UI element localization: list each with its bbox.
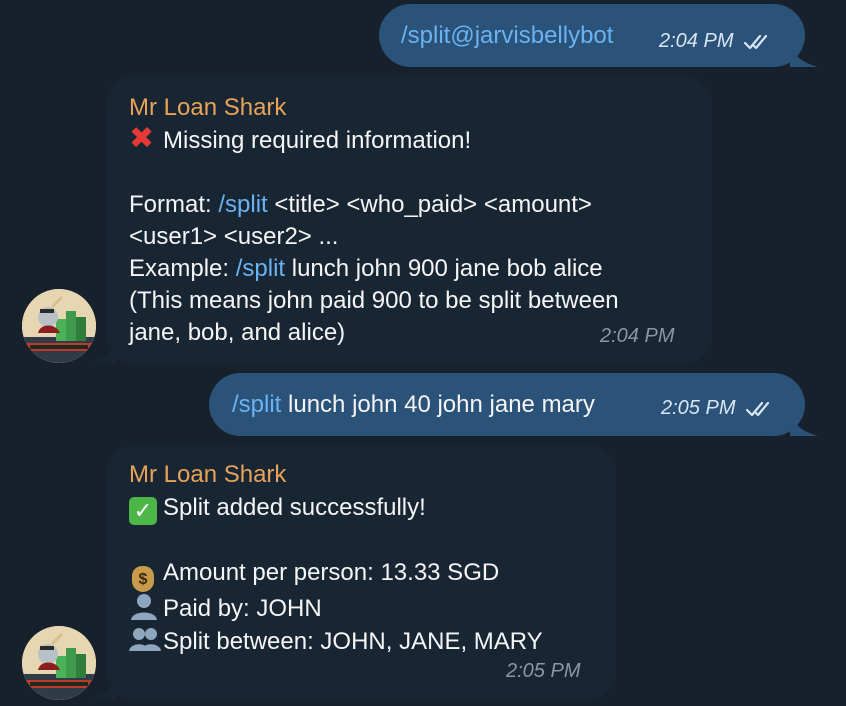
- outgoing-message[interactable]: /split@jarvisbellybot 2:04 PM: [379, 4, 805, 67]
- money-bag-icon: $: [132, 566, 154, 592]
- message-time: 2:05 PM: [506, 660, 581, 682]
- message-line: Split between: JOHN, JANE, MARY: [163, 628, 543, 655]
- message-line: Amount per person: 13.33 SGD: [163, 559, 500, 586]
- check-mark-icon: ✓: [129, 497, 157, 525]
- message-time: 2:04 PM: [659, 30, 734, 52]
- bot-avatar[interactable]: [22, 626, 96, 700]
- message-line: <user1> <user2> ...: [129, 223, 339, 250]
- bot-avatar[interactable]: [22, 289, 96, 363]
- message-line: Split added successfully!: [163, 494, 426, 521]
- message-line: (This means john paid 900 to be split be…: [129, 287, 619, 314]
- message-line: Paid by: JOHN: [163, 595, 322, 622]
- loan-shark-avatar-icon: [22, 626, 96, 700]
- command-link[interactable]: /split: [232, 391, 281, 418]
- outgoing-message[interactable]: /split lunch john 40 john jane mary 2:05…: [209, 373, 805, 436]
- sender-name[interactable]: Mr Loan Shark: [129, 93, 619, 123]
- chat-history[interactable]: /split@jarvisbellybot 2:04 PM Mr Loan Sh…: [0, 0, 846, 706]
- cross-mark-icon: ✖: [129, 122, 155, 155]
- message-line: Missing required information!: [163, 127, 472, 154]
- bubble-tail: [790, 40, 818, 67]
- message-time: 2:04 PM: [600, 325, 675, 347]
- read-ticks-icon: [745, 401, 770, 416]
- message-text: lunch john 40 john jane mary: [281, 391, 595, 418]
- read-ticks-icon: [743, 34, 768, 49]
- sender-name[interactable]: Mr Loan Shark: [129, 460, 543, 490]
- people-silhouette-icon: [129, 628, 161, 651]
- incoming-message[interactable]: Mr Loan Shark ✓ Split added successfully!…: [106, 445, 616, 700]
- command-link[interactable]: /split@jarvisbellybot: [401, 22, 613, 49]
- person-silhouette-icon: [131, 594, 157, 620]
- command-link[interactable]: /split: [236, 255, 285, 282]
- command-link[interactable]: /split: [218, 191, 267, 218]
- message-line: lunch john 900 jane bob alice: [285, 255, 603, 282]
- message-line: <title> <who_paid> <amount>: [267, 191, 592, 218]
- message-time: 2:05 PM: [661, 397, 736, 419]
- bubble-tail: [790, 409, 818, 436]
- loan-shark-avatar-icon: [22, 289, 96, 363]
- message-line-prefix: Example:: [129, 255, 236, 282]
- incoming-message[interactable]: Mr Loan Shark ✖ Missing required informat…: [106, 76, 712, 364]
- message-line-prefix: Format:: [129, 191, 219, 218]
- message-line: jane, bob, and alice): [129, 319, 346, 346]
